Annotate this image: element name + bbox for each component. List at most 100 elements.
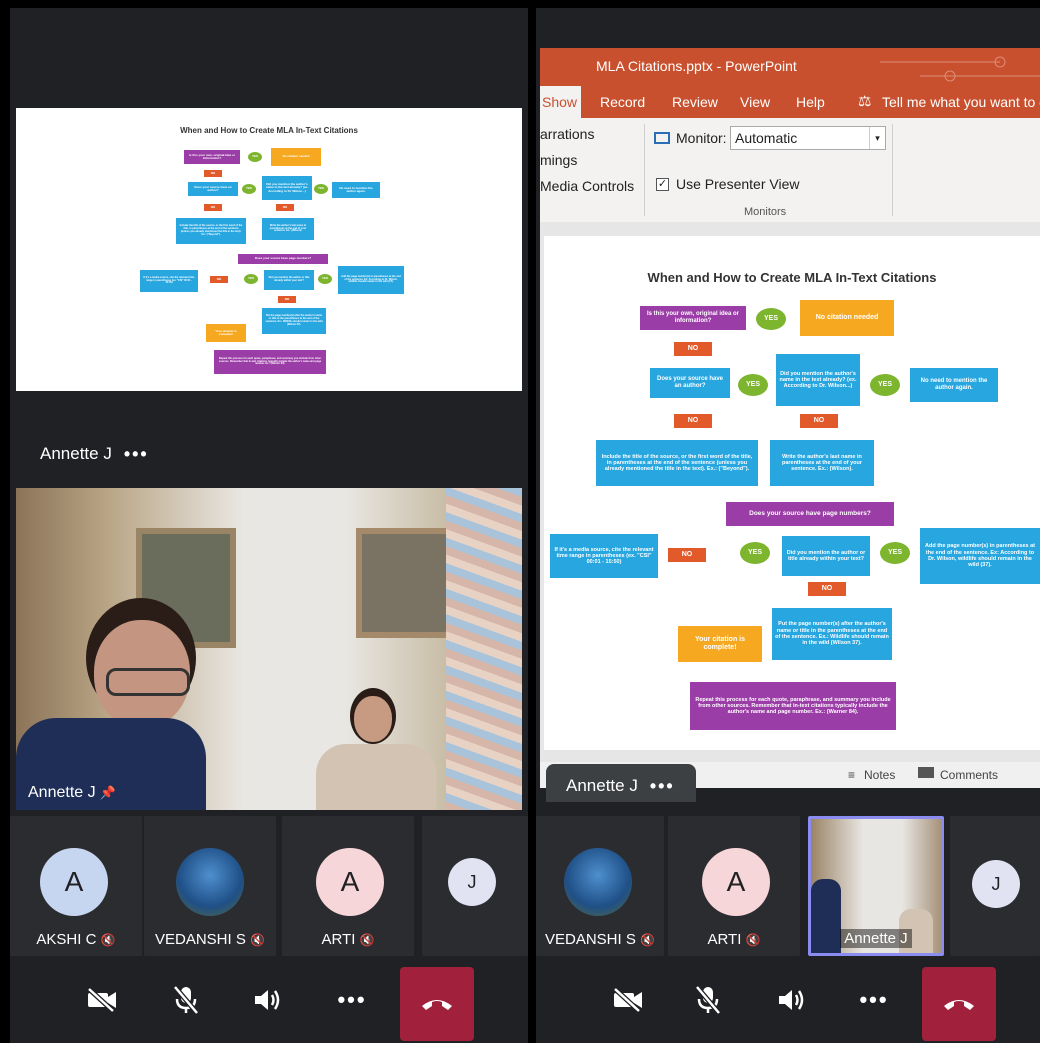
mic-off-icon: [695, 985, 721, 1015]
no-badge: NO: [808, 582, 846, 596]
mic-off-button[interactable]: [682, 977, 734, 1023]
participant-thumb-vedanshi[interactable]: VEDANSHI S 🔇: [536, 816, 664, 956]
ppt-slide[interactable]: When and How to Create MLA In-Text Citat…: [544, 236, 1040, 750]
video-window: [356, 528, 456, 638]
monitor-select-value: Automatic: [735, 130, 798, 146]
ribbon-item[interactable]: arrations: [540, 126, 594, 142]
no-badge: NO: [210, 276, 228, 283]
repeat-box: Repeat this process for each quote, para…: [690, 682, 896, 730]
q-mention-in-text-box: Did you mention the author or title alre…: [264, 270, 314, 290]
video-name-label: Annette J 📌: [28, 784, 116, 802]
ribbon-divider: [892, 124, 893, 216]
yes-badge: YES: [242, 184, 256, 194]
monitor-label: Monitor:: [676, 130, 727, 146]
include-title-box: Include the title of the source, or the …: [596, 440, 758, 486]
notes-icon: ≡: [848, 768, 856, 782]
avatar: J: [972, 860, 1020, 908]
media-box: If it's a media source, cite the relevan…: [140, 270, 198, 292]
no-badge: NO: [204, 204, 222, 211]
avatar-photo: [176, 848, 244, 916]
tab-record[interactable]: Record: [600, 94, 645, 110]
video-name: Annette J: [28, 784, 96, 801]
tell-me-search[interactable]: Tell me what you want to d: [882, 94, 1040, 110]
no-need-box: No need to mention the author again.: [332, 182, 380, 198]
participant-thumb-j[interactable]: J: [950, 816, 1040, 956]
mic-off-icon: 🔇: [359, 933, 375, 947]
yes-badge: YES: [244, 274, 258, 284]
monitor-select[interactable]: Automatic ▾: [730, 126, 886, 150]
q-author-box: Does your source have an author?: [650, 368, 730, 398]
participant-name: VEDANSHI S: [155, 931, 246, 948]
participant-thumb-vedanshi[interactable]: VEDANSHI S 🔇: [144, 816, 276, 956]
speaker-button[interactable]: [242, 977, 294, 1023]
put-pages-box: Put the page number(s) after the author'…: [262, 308, 326, 334]
avatar: A: [702, 848, 770, 916]
add-pages-box: Add the page number(s) in parentheses at…: [920, 528, 1040, 584]
comments-icon: [918, 767, 934, 778]
q-own-box: Is this your own, original idea or infor…: [184, 150, 240, 164]
no-badge: NO: [276, 204, 294, 211]
flowchart-small: When and How to Create MLA In-Text Citat…: [16, 108, 522, 391]
q-pages-box: Does your source have page numbers?: [238, 254, 328, 264]
notes-button[interactable]: Notes: [864, 768, 895, 782]
yes-badge: YES: [314, 184, 328, 194]
left-meeting-window: When and How to Create MLA In-Text Citat…: [10, 8, 528, 1043]
hang-up-button[interactable]: [400, 967, 474, 1041]
camera-off-button[interactable]: [602, 977, 654, 1023]
lightbulb-icon: ⚖: [858, 93, 872, 110]
yes-badge: YES: [880, 542, 910, 564]
tab-review[interactable]: Review: [672, 94, 718, 110]
ribbon-item[interactable]: mings: [540, 152, 577, 168]
no-badge: NO: [674, 414, 712, 428]
complete-box: Your citation is complete!: [678, 626, 762, 662]
more-icon: •••: [337, 987, 367, 1012]
participant-name: ARTI: [321, 931, 356, 948]
mic-off-button[interactable]: [160, 977, 212, 1023]
circuit-decoration-icon: [880, 56, 1040, 82]
hang-up-button[interactable]: [922, 967, 996, 1041]
put-pages-box: Put the page number(s) after the author'…: [772, 608, 892, 660]
camera-off-button[interactable]: [76, 977, 128, 1023]
write-last-box: Write the author's last name in parenthe…: [262, 218, 314, 240]
no-badge: NO: [278, 296, 296, 303]
no-badge: NO: [800, 414, 838, 428]
tab-view[interactable]: View: [740, 94, 770, 110]
participant-name: AKSHI C: [36, 931, 97, 948]
right-meeting-window: MLA Citations.pptx - PowerPoint Show Rec…: [536, 8, 1040, 1043]
shared-slide[interactable]: When and How to Create MLA In-Text Citat…: [16, 108, 522, 391]
participant-thumb-arti[interactable]: A ARTI 🔇: [282, 816, 414, 956]
flowchart-title: When and How to Create MLA In-Text Citat…: [647, 270, 937, 285]
media-box: If it's a media source, cite the relevan…: [550, 534, 658, 578]
more-button[interactable]: •••: [848, 977, 900, 1023]
q-mention-in-text-box: Did you mention the author or title alre…: [782, 536, 870, 576]
participant-thumb-j[interactable]: J: [422, 816, 528, 956]
more-options-icon[interactable]: •••: [650, 777, 675, 795]
comments-button[interactable]: Comments: [940, 768, 998, 782]
presenter-name-bar: Annette J •••: [566, 776, 675, 796]
more-button[interactable]: •••: [326, 977, 378, 1023]
include-title-box: Include the title of the source, or the …: [176, 218, 246, 244]
tab-slide-show[interactable]: Show: [540, 86, 582, 118]
mic-off-icon: [173, 985, 199, 1015]
more-options-icon[interactable]: •••: [124, 445, 149, 463]
participant-name: ARTI: [707, 931, 742, 948]
no-citation-box: No citation needed: [800, 300, 894, 336]
no-badge: NO: [204, 170, 222, 177]
video-tile-annette[interactable]: Annette J 📌: [16, 488, 522, 810]
ribbon-group-label: Monitors: [744, 206, 787, 218]
speaker-button[interactable]: [766, 977, 818, 1023]
tab-help[interactable]: Help: [796, 94, 825, 110]
presenter-view-checkbox[interactable]: ✓: [656, 178, 669, 191]
no-badge: NO: [674, 342, 712, 356]
ribbon-item[interactable]: Media Controls: [540, 178, 634, 194]
monitor-icon: [654, 132, 670, 144]
ribbon-divider: [644, 124, 645, 216]
participant-thumb-akshi[interactable]: A AKSHI C 🔇: [10, 816, 142, 956]
yes-badge: YES: [756, 308, 786, 330]
camera-off-icon: [613, 987, 642, 1013]
speaker-icon: [779, 990, 804, 1010]
presenter-name: Annette J: [566, 776, 638, 795]
participant-thumb-annette[interactable]: Annette J: [808, 816, 944, 956]
participant-thumb-arti[interactable]: A ARTI 🔇: [668, 816, 800, 956]
mic-off-icon: 🔇: [640, 933, 655, 947]
